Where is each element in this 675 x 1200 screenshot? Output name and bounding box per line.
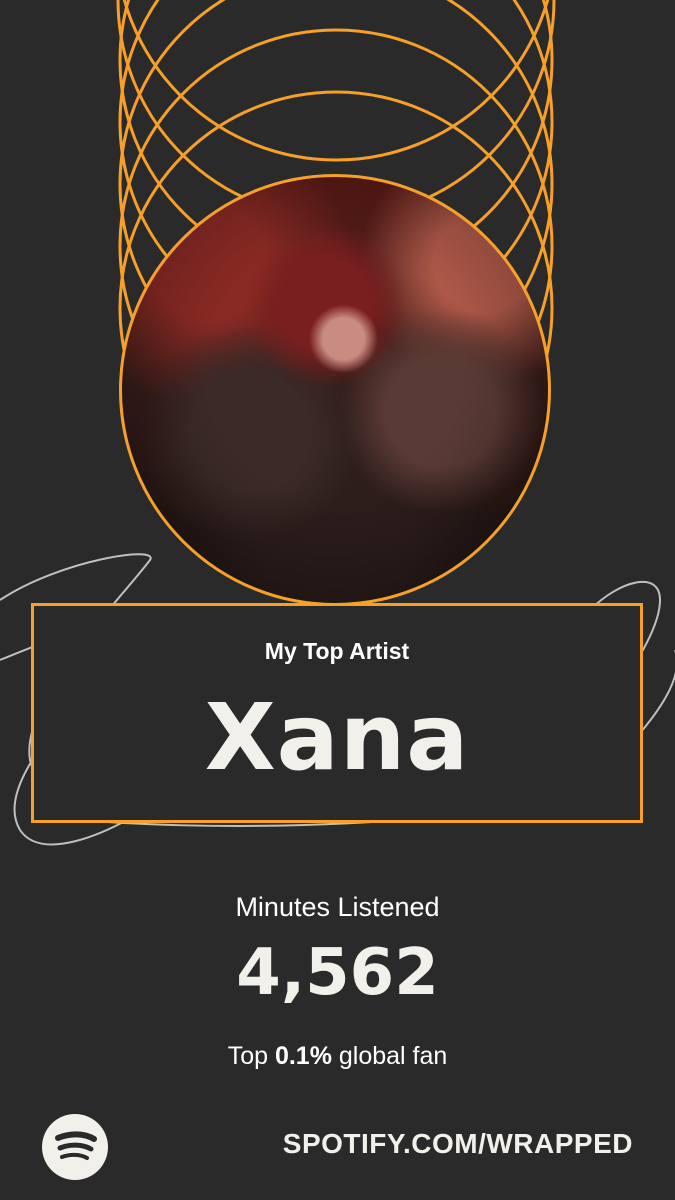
spotify-logo-glyph [55,1131,97,1160]
fan-rank-line: Top 0.1% global fan [0,1042,675,1071]
wrapped-url-link[interactable]: SPOTIFY.COM/WRAPPED [283,1128,633,1160]
artist-name: Xana [204,684,470,791]
photo-vignette [122,177,548,603]
card-subtitle: My Top Artist [264,638,410,664]
fan-percent: 0.1% [274,1042,332,1070]
top-artist-box: My Top Artist Xana [31,603,643,823]
spotify-logo-icon[interactable] [42,1114,108,1180]
artist-photo [119,174,551,606]
ring-1 [122,0,550,162]
minutes-label: Minutes Listened [235,892,440,922]
fan-suffix: global fan [331,1042,448,1070]
wrapped-card: My Top Artist Xana Minutes Listened 4,56… [0,0,675,1200]
minutes-value: 4,562 [236,936,439,1010]
fan-prefix: Top [227,1042,275,1070]
